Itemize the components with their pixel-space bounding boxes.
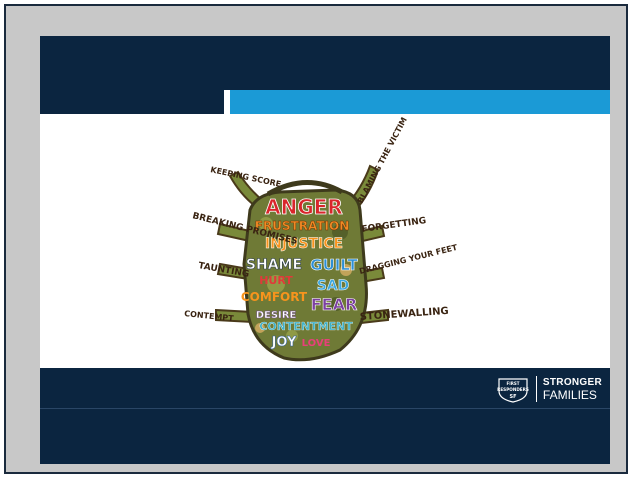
first-responders-badge-icon: FIRST RESPONDERS SF [497,378,529,403]
emotion-word: CONTENTMENT [259,320,353,333]
subheader-dark-band [40,90,224,114]
behavior-label: BLAMING THE VICTIM [356,116,409,205]
badge-bottom-text: SF [509,394,516,400]
emotion-word: SAD [317,278,350,294]
emotion-word: GUILT [310,256,358,274]
emotion-word: FEAR [311,295,358,314]
behavior-label: DRAGGING YOUR FEET [358,243,458,276]
footer-logos: FIRST RESPONDERS SF STRONGER FAMILIES [496,374,602,404]
badge-middle-text: RESPONDERS [497,387,529,392]
badge-top-text: FIRST [506,381,519,386]
slide-footer-bar: FIRST RESPONDERS SF STRONGER FAMILIES [40,368,610,464]
subheader-blue-band [230,90,610,114]
emotion-word: ANGER [265,195,343,219]
emotion-word: LOVE [302,338,331,349]
stronger-families-logo: STRONGER FAMILIES [543,377,602,401]
behavior-label: FORGETTING [361,216,427,235]
core-emotions: ANGER FRUSTRATION INJUSTICE SHAME GUILT … [241,195,359,351]
slide-header-bar [40,36,610,90]
emotion-word: SHAME [246,257,302,273]
slide-content: ANGER FRUSTRATION INJUSTICE SHAME GUILT … [40,114,610,368]
slide: ANGER FRUSTRATION INJUSTICE SHAME GUILT … [40,36,610,464]
emotion-word: JOY [271,335,297,350]
footer-divider [40,408,610,409]
logo-divider [535,376,537,402]
emotional-backpack-illustration: ANGER FRUSTRATION INJUSTICE SHAME GUILT … [184,116,459,362]
emotion-word: COMFORT [241,290,308,304]
logo-line-2: FAMILIES [542,388,597,402]
emotion-word: HURT [259,274,293,287]
slide-frame: ANGER FRUSTRATION INJUSTICE SHAME GUILT … [4,4,628,474]
behavior-label: STONEWALLING [359,306,449,323]
